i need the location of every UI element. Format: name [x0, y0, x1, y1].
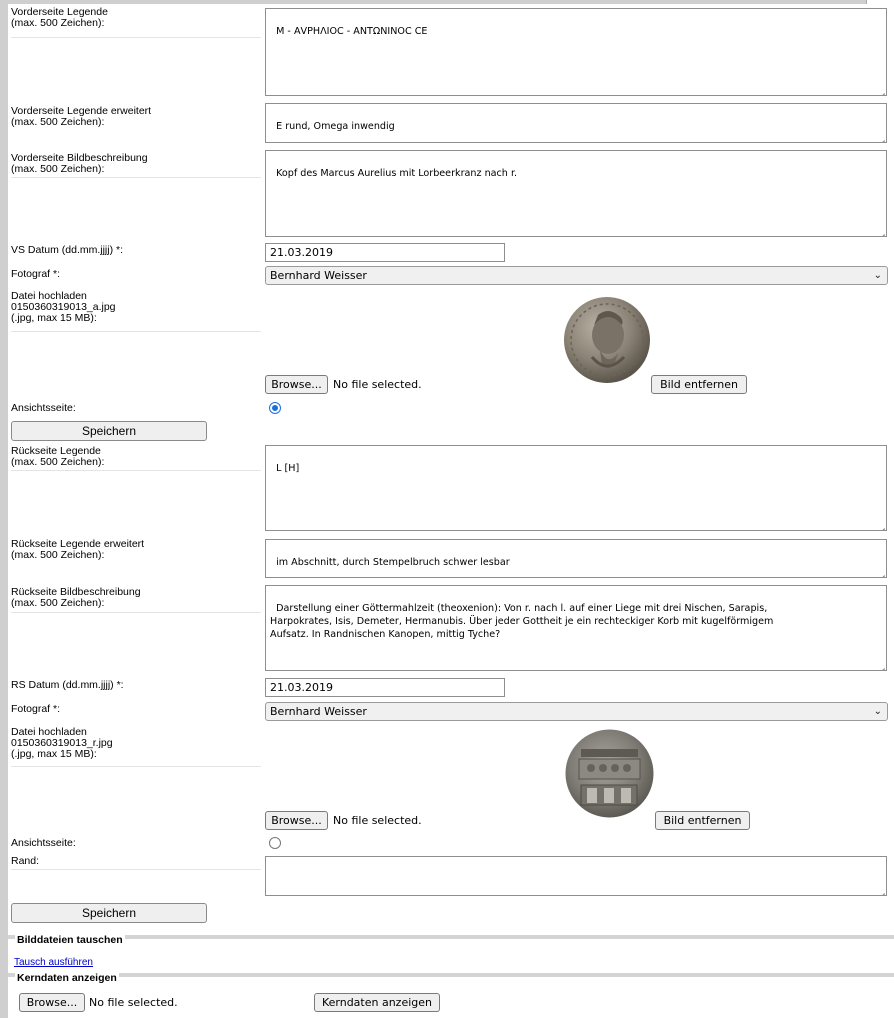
left-frame: [0, 0, 8, 1018]
row-divider: [11, 37, 261, 38]
rs-bildbeschreibung-label: Rückseite Bildbeschreibung (max. 500 Zeic…: [11, 586, 141, 609]
vs-fotograf-label: Fotograf *:: [11, 268, 61, 280]
rs-browse-button[interactable]: Browse...: [265, 811, 328, 830]
row-divider: [11, 612, 261, 613]
rs-legende-label: Rückseite Legende (max. 500 Zeichen):: [11, 445, 105, 468]
vs-legende-erweitert-textarea[interactable]: E rund, Omega inwendig: [265, 103, 887, 143]
vs-ansicht-radio[interactable]: [269, 402, 281, 414]
vs-remove-image-button[interactable]: Bild entfernen: [651, 375, 747, 394]
kerndaten-file-status: No file selected.: [89, 996, 178, 1009]
vs-fotograf-select[interactable]: Bernhard Weisser ⌄: [265, 266, 888, 285]
rs-fotograf-label: Fotograf *:: [11, 703, 61, 715]
kerndaten-legend: Kerndaten anzeigen: [15, 972, 119, 984]
window-top-frame: [0, 0, 894, 4]
kerndaten-fieldset-border: [8, 973, 894, 977]
rs-ansicht-radio[interactable]: [269, 837, 281, 849]
resize-grip-icon[interactable]: [875, 225, 885, 235]
scroll-corner: [866, 0, 894, 4]
kerndaten-anzeigen-button[interactable]: Kerndaten anzeigen: [314, 993, 440, 1012]
rs-upload-label: Datei hochladen 0150360319013_r.jpg (.jpg,…: [11, 726, 113, 760]
rs-ansicht-label: Ansichtsseite:: [11, 837, 76, 849]
rs-fotograf-select[interactable]: Bernhard Weisser ⌄: [265, 702, 888, 721]
rs-datum-input[interactable]: 21.03.2019: [265, 678, 505, 697]
rs-legende-erweitert-label: Rückseite Legende erweitert (max. 500 Zei…: [11, 538, 145, 561]
vs-legende-label: Vorderseite Legende (max. 500 Zeichen):: [11, 6, 108, 29]
vs-datum-input[interactable]: 21.03.2019: [265, 243, 505, 262]
tausch-ausfuehren-link[interactable]: Tausch ausführen: [14, 957, 93, 968]
rs-rand-label: Rand:: [11, 855, 40, 867]
rs-coin-image: [565, 729, 654, 818]
row-divider: [11, 869, 261, 870]
resize-grip-icon[interactable]: [875, 566, 885, 576]
row-divider: [11, 470, 261, 471]
vs-browse-button[interactable]: Browse...: [265, 375, 328, 394]
rs-file-status: No file selected.: [333, 814, 422, 827]
bilddateien-fieldset-border: [8, 935, 894, 939]
resize-grip-icon[interactable]: [875, 84, 885, 94]
resize-grip-icon[interactable]: [875, 659, 885, 669]
rs-legende-textarea[interactable]: L [H]: [265, 445, 887, 531]
bilddateien-legend: Bilddateien tauschen: [15, 934, 125, 946]
vs-legende-textarea[interactable]: M - ΑVΡΗΛΙΟC - ΑΝΤΩΝΙΝΟC CE: [265, 8, 887, 96]
vs-bildbeschreibung-label: Vorderseite Bildbeschreibung (max. 500 Ze…: [11, 152, 148, 175]
chevron-down-icon: ⌄: [873, 270, 882, 281]
rs-bildbeschreibung-textarea[interactable]: Darstellung einer Göttermahlzeit (theoxe…: [265, 585, 887, 671]
vs-legende-erweitert-label: Vorderseite Legende erweitert (max. 500 Z…: [11, 105, 152, 128]
row-divider: [11, 177, 261, 178]
kerndaten-browse-button[interactable]: Browse...: [19, 993, 85, 1012]
row-divider: [11, 766, 261, 767]
row-divider: [11, 331, 261, 332]
rs-remove-image-button[interactable]: Bild entfernen: [655, 811, 750, 830]
resize-grip-icon[interactable]: [875, 519, 885, 529]
vs-bildbeschreibung-textarea[interactable]: Kopf des Marcus Aurelius mit Lorbeerkran…: [265, 150, 887, 237]
vs-save-button[interactable]: Speichern: [11, 421, 207, 441]
vs-datum-label: VS Datum (dd.mm.jjjj) *:: [11, 244, 124, 256]
rs-legende-erweitert-textarea[interactable]: im Abschnitt, durch Stempelbruch schwer …: [265, 539, 887, 578]
vs-file-status: No file selected.: [333, 378, 422, 391]
resize-grip-icon[interactable]: [875, 131, 885, 141]
vs-upload-label: Datei hochladen 0150360319013_a.jpg (.jpg,…: [11, 290, 116, 324]
vs-coin-image: [564, 297, 650, 383]
vs-ansicht-label: Ansichtsseite:: [11, 402, 76, 414]
rs-rand-textarea[interactable]: [265, 856, 887, 896]
resize-grip-icon[interactable]: [875, 884, 885, 894]
rs-datum-label: RS Datum (dd.mm.jjjj) *:: [11, 679, 124, 691]
chevron-down-icon: ⌄: [873, 706, 882, 717]
rs-save-button[interactable]: Speichern: [11, 903, 207, 923]
